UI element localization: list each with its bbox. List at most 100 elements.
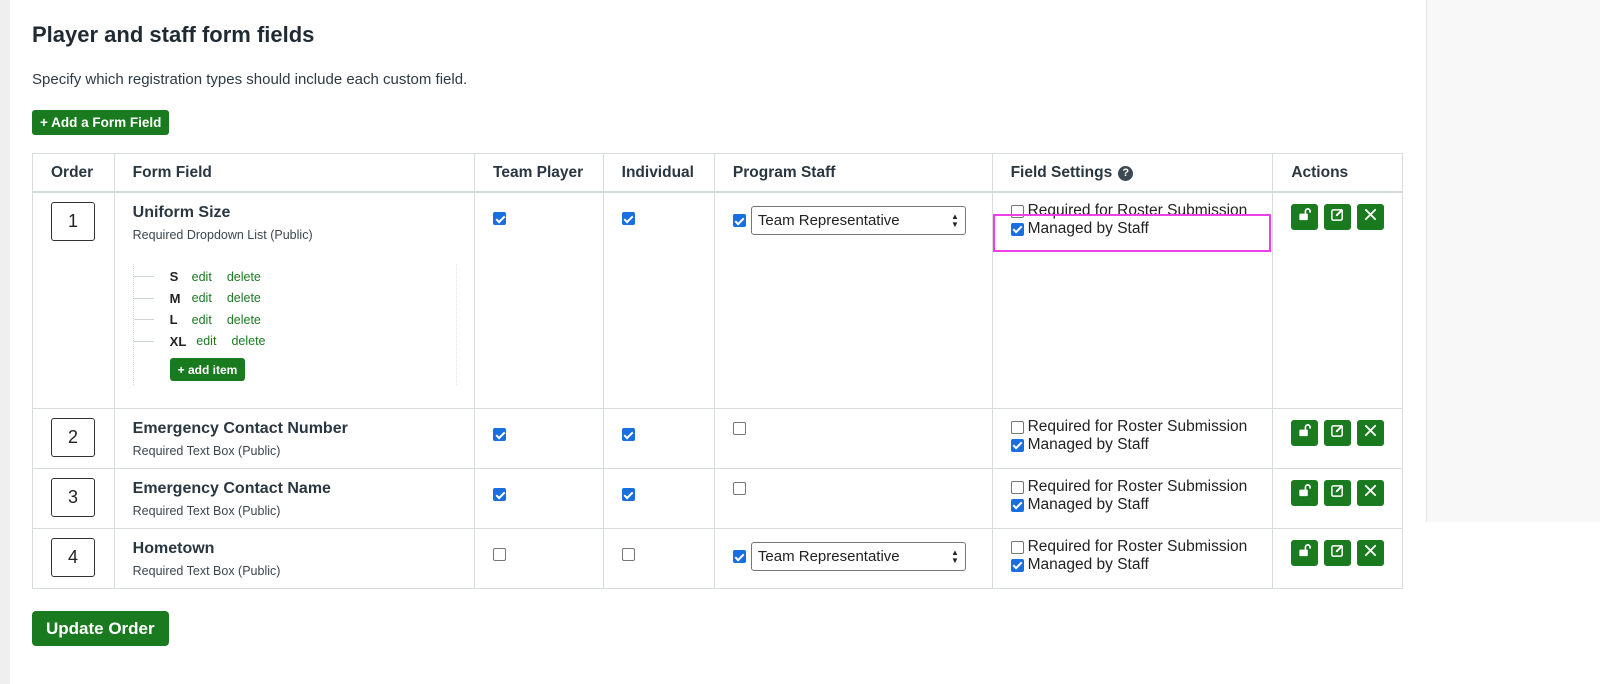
- unlock-icon: [1297, 483, 1312, 503]
- edit-icon: [1330, 543, 1345, 563]
- required-roster-checkbox[interactable]: [1010, 480, 1024, 494]
- header-field-settings-label: Field Settings: [1010, 163, 1113, 181]
- team-player-checkbox[interactable]: [493, 212, 507, 226]
- managed-by-staff-checkbox[interactable]: [1010, 438, 1024, 452]
- option-delete-link[interactable]: delete: [227, 291, 261, 305]
- edit-button[interactable]: [1324, 204, 1352, 230]
- required-roster-label: Required for Roster Submission: [1027, 538, 1248, 555]
- table-row: 1 Uniform Size Required Dropdown List (Pub…: [32, 191, 1403, 409]
- right-sidebar-panel: [1426, 0, 1600, 522]
- form-field-name: Uniform Size: [132, 204, 231, 221]
- staff-role-value: Team Representative: [757, 548, 900, 565]
- edit-button[interactable]: [1324, 420, 1352, 446]
- form-fields-table: Order Form Field Team Player Individual …: [32, 153, 1403, 589]
- managed-by-staff-label: Managed by Staff: [1027, 436, 1149, 453]
- unlock-button[interactable]: [1291, 480, 1319, 506]
- option-delete-link[interactable]: delete: [227, 270, 261, 284]
- header-team-player: Team Player: [474, 153, 604, 193]
- staff-role-value: Team Representative: [757, 212, 900, 229]
- header-program-staff: Program Staff: [713, 153, 993, 193]
- staff-role-select[interactable]: Team Representative ▲ ▼: [750, 542, 966, 571]
- add-form-field-button[interactable]: + Add a Form Field: [32, 110, 170, 135]
- close-icon: [1364, 484, 1377, 502]
- option-label: L: [169, 312, 178, 328]
- delete-button[interactable]: [1357, 480, 1385, 506]
- option-item: Ledit delete: [134, 309, 456, 331]
- form-field-name: Emergency Contact Number: [132, 420, 348, 437]
- dropdown-options-tree: Sedit delete Medit delete Ledit delete XL edit d…: [132, 264, 457, 385]
- option-label: M: [169, 290, 181, 306]
- section-title: Player and staff form fields: [32, 22, 315, 47]
- required-roster-label: Required for Roster Submission: [1027, 202, 1248, 219]
- required-roster-checkbox[interactable]: [1010, 204, 1024, 218]
- section-description: Specify which registration types should …: [32, 71, 468, 88]
- unlock-icon: [1297, 543, 1312, 563]
- update-order-button[interactable]: Update Order: [32, 611, 169, 646]
- option-edit-link[interactable]: edit: [192, 313, 212, 327]
- edit-button[interactable]: [1324, 540, 1352, 566]
- program-staff-checkbox[interactable]: [732, 422, 746, 435]
- close-icon: [1364, 208, 1377, 226]
- edit-button[interactable]: [1324, 480, 1352, 506]
- left-gutter: [0, 0, 10, 684]
- form-field-name: Emergency Contact Name: [132, 480, 331, 497]
- option-item: Sedit delete: [134, 266, 456, 288]
- form-field-type: Required Text Box (Public): [132, 444, 281, 458]
- header-actions: Actions: [1272, 153, 1403, 193]
- option-delete-link[interactable]: delete: [231, 334, 265, 348]
- close-icon: [1364, 544, 1377, 562]
- required-roster-checkbox[interactable]: [1010, 420, 1024, 434]
- edit-icon: [1330, 207, 1345, 227]
- managed-by-staff-checkbox[interactable]: [1010, 558, 1024, 572]
- header-individual: Individual: [602, 153, 715, 193]
- close-icon: [1364, 424, 1377, 442]
- individual-checkbox[interactable]: [621, 488, 635, 502]
- order-input[interactable]: 1: [51, 202, 95, 241]
- option-edit-link[interactable]: edit: [192, 291, 212, 305]
- header-order: Order: [32, 153, 115, 193]
- option-edit-link[interactable]: edit: [192, 270, 212, 284]
- managed-by-staff-label: Managed by Staff: [1027, 220, 1149, 237]
- staff-role-select[interactable]: Team Representative ▲ ▼: [750, 206, 966, 235]
- required-roster-checkbox[interactable]: [1010, 540, 1024, 554]
- add-item-button[interactable]: + add item: [169, 358, 246, 381]
- individual-checkbox[interactable]: [621, 548, 635, 562]
- edit-icon: [1330, 423, 1345, 443]
- option-item: XL edit delete: [134, 331, 456, 353]
- managed-by-staff-label: Managed by Staff: [1027, 496, 1149, 513]
- option-edit-link[interactable]: edit: [196, 334, 216, 348]
- delete-button[interactable]: [1357, 420, 1385, 446]
- order-input[interactable]: 4: [51, 538, 95, 577]
- form-field-type: Required Dropdown List (Public): [132, 228, 313, 242]
- managed-by-staff-checkbox[interactable]: [1010, 222, 1024, 236]
- individual-checkbox[interactable]: [621, 212, 635, 226]
- header-field-settings: Field Settings?: [991, 153, 1274, 193]
- order-input[interactable]: 3: [51, 478, 95, 517]
- unlock-button[interactable]: [1291, 204, 1319, 230]
- program-staff-checkbox[interactable]: [732, 214, 746, 227]
- help-icon[interactable]: ?: [1118, 165, 1134, 181]
- table-header-row: Order Form Field Team Player Individual …: [32, 153, 1403, 193]
- option-delete-link[interactable]: delete: [227, 313, 261, 327]
- select-arrows-icon: ▲ ▼: [950, 548, 959, 565]
- unlock-button[interactable]: [1291, 540, 1319, 566]
- team-player-checkbox[interactable]: [493, 428, 507, 442]
- team-player-checkbox[interactable]: [493, 548, 507, 562]
- select-arrows-icon: ▲ ▼: [950, 212, 959, 229]
- required-roster-label: Required for Roster Submission: [1027, 418, 1248, 435]
- individual-checkbox[interactable]: [621, 428, 635, 442]
- unlock-button[interactable]: [1291, 420, 1319, 446]
- edit-icon: [1330, 483, 1345, 503]
- delete-button[interactable]: [1357, 204, 1385, 230]
- team-player-checkbox[interactable]: [493, 488, 507, 502]
- table-row: 3 Emergency Contact Name Required Text Box…: [32, 468, 1403, 529]
- required-roster-label: Required for Roster Submission: [1027, 478, 1248, 495]
- table-row: 2 Emergency Contact Number Required Text B…: [32, 408, 1403, 469]
- order-input[interactable]: 2: [51, 418, 95, 457]
- program-staff-checkbox[interactable]: [732, 550, 746, 563]
- program-staff-checkbox[interactable]: [732, 482, 746, 495]
- managed-by-staff-checkbox[interactable]: [1010, 498, 1024, 512]
- option-label: S: [169, 269, 179, 285]
- delete-button[interactable]: [1357, 540, 1385, 566]
- unlock-icon: [1297, 207, 1312, 227]
